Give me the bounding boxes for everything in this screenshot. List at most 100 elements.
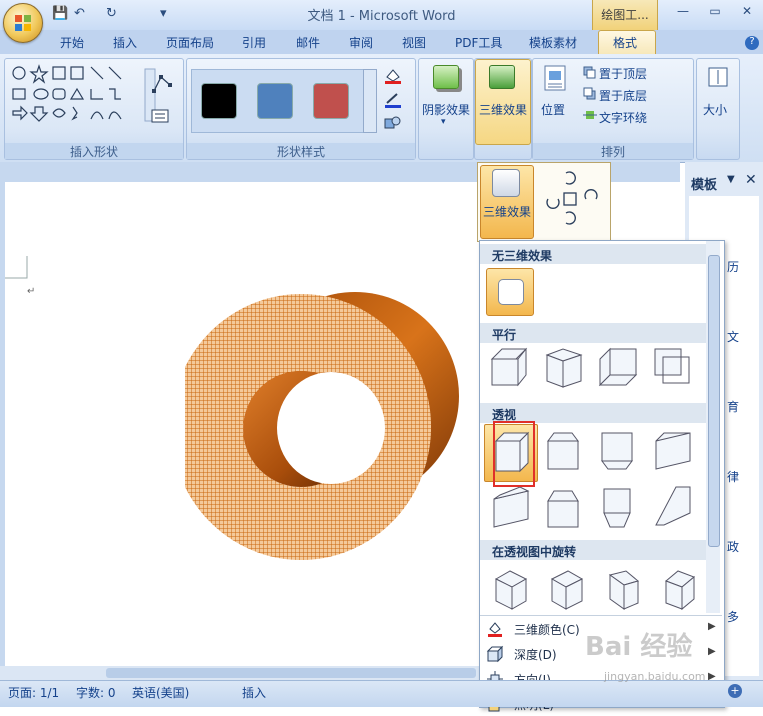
bring-to-front-label: 置于顶层 — [599, 67, 648, 81]
threed-effects-icon — [489, 65, 515, 89]
parallel-cube-1 — [490, 347, 528, 387]
paragraph-mark: ↵ — [27, 286, 36, 297]
menu-separator — [480, 615, 722, 616]
insert-shapes-group: 插入形状 — [4, 58, 184, 160]
chevron-down-icon: ▾ — [441, 117, 446, 127]
tab-format[interactable]: 格式 — [613, 34, 637, 51]
restore-button[interactable]: ▭ — [702, 4, 728, 22]
shadow-effects-button[interactable]: 阴影效果 — [421, 101, 471, 118]
side-item-4[interactable]: 律 — [727, 468, 739, 485]
send-to-back-label: 置于底层 — [599, 89, 648, 103]
office-logo-icon — [15, 15, 31, 31]
shadow-effects-group: 阴影效果 ▾ — [418, 58, 474, 160]
menu-scrollbar[interactable] — [706, 241, 720, 613]
style-swatch-black[interactable] — [201, 83, 237, 119]
tilt-controls-icon[interactable] — [540, 167, 604, 235]
side-pane-dropdown-icon[interactable]: ▼ — [727, 174, 735, 185]
shape-styles-group: 形状样式 — [186, 58, 416, 160]
no-3d-option[interactable] — [486, 268, 534, 316]
tab-home[interactable]: 开始 — [60, 34, 84, 51]
position-icon — [544, 65, 566, 91]
depth-icon — [486, 645, 504, 663]
shape-fill-icon[interactable] — [383, 67, 403, 85]
drawing-tools-label: 绘图工... — [601, 8, 649, 22]
parallel-gallery[interactable] — [486, 345, 706, 397]
status-language[interactable]: 英语(美国) — [132, 684, 189, 701]
threed-effects-group: 三维效果 — [474, 58, 532, 160]
tab-page-layout[interactable]: 页面布局 — [166, 34, 214, 51]
style-swatch-red[interactable] — [313, 83, 349, 119]
tab-references[interactable]: 引用 — [242, 34, 266, 51]
watermark-url: jingyan.baidu.com — [604, 670, 706, 683]
donut-hole — [277, 372, 385, 484]
size-button[interactable]: 大小 — [703, 101, 727, 118]
tab-view[interactable]: 视图 — [402, 34, 426, 51]
shape-outline-icon[interactable] — [383, 91, 403, 109]
threed-popup: 三维效果 — [477, 162, 611, 242]
donut-3d-shape[interactable] — [185, 288, 465, 568]
side-pane-title: 模板 — [691, 178, 718, 193]
office-button[interactable] — [3, 3, 43, 43]
threed-popup-button[interactable]: 三维效果 — [480, 203, 534, 220]
text-wrapping-label: 文字环绕 — [599, 111, 648, 125]
tab-pdf-tools[interactable]: PDF工具 — [455, 34, 502, 51]
page-corner-mark — [5, 256, 28, 279]
section-parallel-label: 平行 — [492, 328, 517, 342]
side-item-6[interactable]: 多 — [727, 608, 739, 625]
status-mode[interactable]: 插入 — [242, 684, 266, 701]
side-pane-close-icon[interactable]: ✕ — [745, 172, 757, 188]
paint-bucket-icon — [488, 622, 502, 637]
depth-label: 深度(D) — [514, 648, 557, 662]
side-item-3[interactable]: 育 — [727, 398, 739, 415]
position-button[interactable]: 位置 — [541, 101, 565, 118]
section-perspective-rotation: 在透视图中旋转 — [480, 540, 706, 560]
status-page[interactable]: 页面: 1/1 — [8, 684, 59, 701]
status-words[interactable]: 字数: 0 — [76, 684, 116, 701]
arrange-group: 位置 置于顶层 置于底层 文字环绕 排列 — [532, 58, 694, 160]
drawing-tools-contextual-tab: 绘图工... — [592, 0, 658, 30]
shape-styles-label: 形状样式 — [187, 143, 415, 159]
size-group: 大小 — [696, 58, 740, 160]
side-item-2[interactable]: 文 — [727, 328, 739, 345]
section-no-3d: 无三维效果 — [480, 244, 706, 264]
section-perspective-rotation-label: 在透视图中旋转 — [492, 545, 577, 559]
no-3d-option-icon — [498, 279, 524, 305]
section-perspective: 透视 — [480, 403, 706, 423]
help-icon[interactable]: ? — [745, 36, 759, 50]
size-icon — [708, 67, 728, 87]
change-shape-icon[interactable] — [383, 115, 403, 131]
shadow-effects-icon — [433, 65, 459, 89]
perspective-rotation-gallery[interactable] — [486, 569, 706, 613]
close-button[interactable]: ✕ — [734, 4, 760, 22]
side-item-1[interactable]: 历 — [727, 258, 739, 275]
arrange-label: 排列 — [533, 143, 693, 159]
style-gallery-scroll[interactable] — [363, 69, 377, 133]
threed-popup-icon — [492, 169, 520, 197]
submenu-arrow-icon: ▶ — [708, 646, 716, 657]
zoom-in-icon[interactable]: + — [728, 684, 742, 698]
tab-template-materials[interactable]: 模板素材 — [529, 34, 577, 51]
minimize-button[interactable]: — — [670, 4, 696, 22]
tab-mailings[interactable]: 邮件 — [296, 34, 320, 51]
arrange-small-icons — [583, 66, 597, 119]
threed-effects-button[interactable]: 三维效果 — [477, 101, 529, 118]
insert-shapes-label: 插入形状 — [5, 143, 183, 159]
save-icon[interactable]: 💾 — [52, 6, 68, 21]
selection-highlight-box — [493, 421, 535, 487]
section-parallel: 平行 — [480, 323, 706, 343]
menu-scroll-thumb[interactable] — [708, 255, 720, 547]
submenu-arrow-icon: ▶ — [708, 621, 716, 632]
tab-insert[interactable]: 插入 — [113, 34, 137, 51]
watermark-logo: Bai 经验 — [585, 632, 693, 662]
horizontal-scroll-thumb[interactable] — [106, 668, 476, 678]
text-box-icon[interactable] — [151, 109, 169, 123]
redo-icon[interactable]: ↻ — [106, 6, 117, 21]
section-no-3d-label: 无三维效果 — [492, 249, 553, 263]
side-item-5[interactable]: 政 — [727, 538, 739, 555]
tab-review[interactable]: 审阅 — [349, 34, 373, 51]
undo-icon[interactable]: ↶ — [74, 6, 85, 21]
edit-shape-icon[interactable] — [151, 73, 173, 95]
customize-qat-icon[interactable]: ▾ — [160, 6, 167, 21]
style-swatch-blue[interactable] — [257, 83, 293, 119]
threed-color-label: 三维颜色(C) — [514, 623, 580, 637]
